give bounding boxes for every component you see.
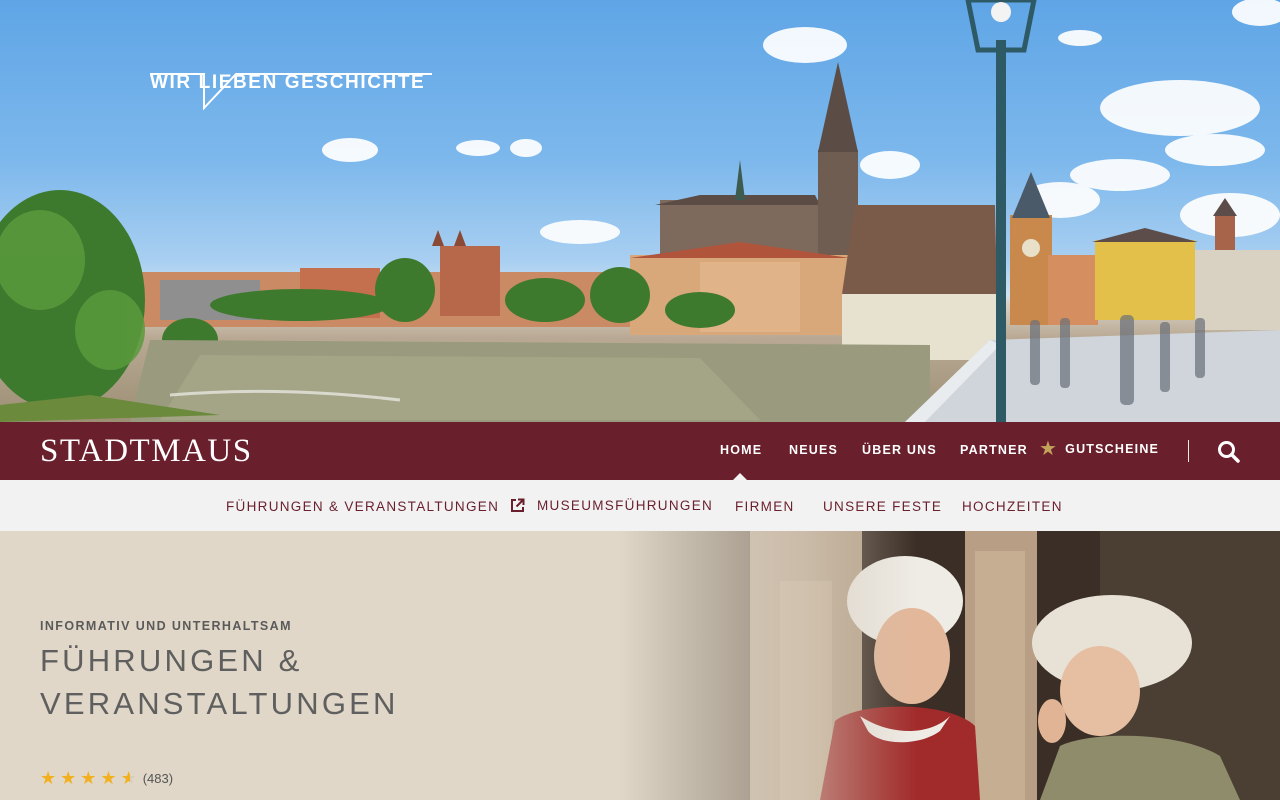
star-full-icon: ★ xyxy=(80,768,97,788)
rating-count: (483) xyxy=(142,770,174,786)
nav-item-ueber-uns[interactable]: ÜBER UNS xyxy=(862,443,937,457)
section-headline-line1: FÜHRUNGEN & xyxy=(40,643,303,678)
search-button[interactable] xyxy=(1216,439,1242,465)
subnav-item-museumsfuehrungen[interactable]: MUSEUMSFÜHRUNGEN xyxy=(510,498,713,513)
hero-tagline: WIR LIEBEN GESCHICHTE xyxy=(150,72,432,111)
nav-divider xyxy=(1188,440,1189,462)
external-link-icon xyxy=(511,498,525,512)
speech-bubble-underline-icon xyxy=(150,73,432,111)
nav-item-gutscheine-label: GUTSCHEINE xyxy=(1065,442,1160,456)
subnav-item-firmen[interactable]: FIRMEN xyxy=(735,499,795,514)
star-half-icon: ★ xyxy=(120,768,137,788)
search-icon xyxy=(1218,441,1240,463)
star-full-icon: ★ xyxy=(100,768,117,788)
site-logo[interactable]: STADTMAUS xyxy=(40,435,253,468)
star-full-icon: ★ xyxy=(60,768,77,788)
sub-navigation: FÜHRUNGEN & VERANSTALTUNGEN MUSEUMSFÜHRU… xyxy=(0,480,1280,531)
section-headline-line2: VERANSTALTUNGEN xyxy=(40,686,399,721)
intro-photo xyxy=(620,531,1280,800)
subnav-item-fuehrungen[interactable]: FÜHRUNGEN & VERANSTALTUNGEN xyxy=(226,499,499,514)
hero-banner: WIR LIEBEN GESCHICHTE xyxy=(0,0,1280,422)
main-navigation: STADTMAUS HOME NEUES ÜBER UNS PARTNER ★ … xyxy=(0,422,1280,480)
nav-item-partner[interactable]: PARTNER xyxy=(960,443,1028,457)
star-icon: ★ xyxy=(1039,438,1059,460)
nav-item-gutscheine[interactable]: ★ GUTSCHEINE xyxy=(1039,438,1160,460)
section-headline: FÜHRUNGEN & VERANSTALTUNGEN xyxy=(40,639,560,725)
subnav-item-museumsfuehrungen-label: MUSEUMSFÜHRUNGEN xyxy=(537,498,714,513)
intro-section: INFORMATIV UND UNTERHALTSAM FÜHRUNGEN & … xyxy=(0,531,1280,800)
medieval-women-illustration xyxy=(620,531,1280,800)
nav-item-home[interactable]: HOME xyxy=(720,443,762,457)
hero-city-illustration xyxy=(0,0,1280,422)
rating[interactable]: ★ ★ ★ ★ ★ (483) xyxy=(40,769,173,787)
active-nav-indicator xyxy=(733,473,747,480)
nav-item-neues[interactable]: NEUES xyxy=(789,443,838,457)
star-full-icon: ★ xyxy=(40,768,57,788)
subnav-item-hochzeiten[interactable]: HOCHZEITEN xyxy=(962,499,1063,514)
subnav-item-unsere-feste[interactable]: UNSERE FESTE xyxy=(823,499,942,514)
section-kicker: INFORMATIV UND UNTERHALTSAM xyxy=(40,619,292,633)
